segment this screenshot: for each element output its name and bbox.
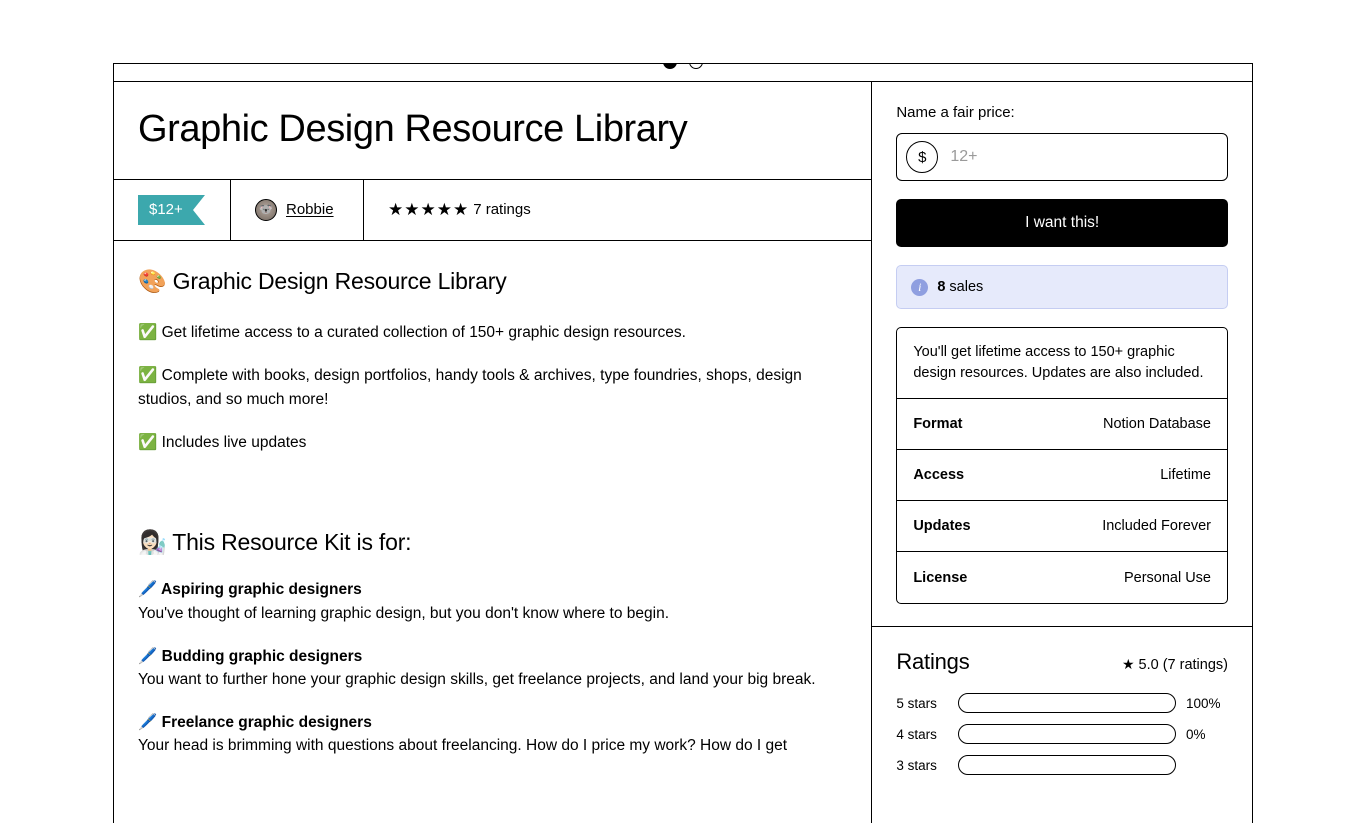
rating-row-label: 3 stars xyxy=(896,758,948,773)
detail-key: License xyxy=(913,570,967,586)
ratings-title: Ratings xyxy=(896,649,969,675)
audience-text: You've thought of learning graphic desig… xyxy=(138,602,847,626)
detail-row: Format Notion Database xyxy=(897,399,1227,450)
carousel-dots[interactable] xyxy=(663,63,703,69)
audience-heading: 👩🏻‍🔬 This Resource Kit is for: xyxy=(138,529,847,556)
check-mark-icon: ✅ xyxy=(138,323,157,341)
product-card: Graphic Design Resource Library $12+ 🐨 R… xyxy=(113,63,1253,823)
ratings-panel: Ratings ★ 5.0 (7 ratings) 5 stars 100% 4… xyxy=(872,627,1252,786)
detail-key: Access xyxy=(913,467,964,483)
rating-row-percent: 100% xyxy=(1186,696,1228,711)
description-heading-text: Graphic Design Resource Library xyxy=(173,268,507,294)
rating-breakdown-row: 4 stars 0% xyxy=(896,724,1228,744)
rating-bar-track xyxy=(958,755,1176,775)
rating-bar-track xyxy=(958,693,1176,713)
price-cell: $12+ xyxy=(114,180,231,240)
price-input-row[interactable]: $ xyxy=(896,133,1228,181)
author-link[interactable]: Robbie xyxy=(286,201,334,218)
main-column: Graphic Design Resource Library $12+ 🐨 R… xyxy=(114,82,872,823)
pen-icon: 🖊️ xyxy=(138,713,157,731)
price-badge: $12+ xyxy=(138,195,205,225)
star-rating-icon: ★★★★★ xyxy=(388,201,469,218)
info-icon: i xyxy=(911,279,928,296)
detail-row: Access Lifetime xyxy=(897,450,1227,501)
pen-icon: 🖊️ xyxy=(138,647,157,665)
price-input[interactable] xyxy=(950,148,1218,166)
star-icon: ★ xyxy=(1122,656,1135,673)
price-field-label: Name a fair price: xyxy=(896,104,1228,121)
description-bullet: ✅ Get lifetime access to a curated colle… xyxy=(138,320,847,345)
ratings-average-label: 5.0 (7 ratings) xyxy=(1139,657,1228,673)
purchase-panel: Name a fair price: $ I want this! i 8 sa… xyxy=(872,82,1252,627)
audience-text: Your head is brimming with questions abo… xyxy=(138,734,847,758)
sales-banner: i 8 sales xyxy=(896,265,1228,309)
audience-title: 🖊️ Freelance graphic designers xyxy=(138,711,847,734)
audience-heading-text: This Resource Kit is for: xyxy=(172,529,411,555)
palette-icon: 🎨 xyxy=(138,269,166,295)
details-blurb: You'll get lifetime access to 150+ graph… xyxy=(897,328,1227,399)
description-bullet-text: Includes live updates xyxy=(162,434,307,451)
ratings-header: Ratings ★ 5.0 (7 ratings) xyxy=(896,649,1228,675)
details-card: You'll get lifetime access to 150+ graph… xyxy=(896,327,1228,604)
sales-count-label: 8 sales xyxy=(937,279,983,295)
audience-title-text: Freelance graphic designers xyxy=(162,714,372,731)
detail-key: Format xyxy=(913,416,962,432)
sidebar: Name a fair price: $ I want this! i 8 sa… xyxy=(872,82,1252,823)
description-body: 🎨 Graphic Design Resource Library ✅ Get … xyxy=(114,241,871,823)
ratings-summary: ★ 5.0 (7 ratings) xyxy=(1122,656,1228,673)
pen-icon: 🖊️ xyxy=(138,580,157,598)
audience-title: 🖊️ Budding graphic designers xyxy=(138,645,847,668)
carousel-strip xyxy=(114,64,1252,82)
carousel-dot-2[interactable] xyxy=(689,63,703,69)
detail-row: License Personal Use xyxy=(897,552,1227,603)
description-heading: 🎨 Graphic Design Resource Library xyxy=(138,267,847,297)
detail-value: Notion Database xyxy=(1103,416,1211,432)
description-bullet: ✅ Complete with books, design portfolios… xyxy=(138,363,847,412)
check-mark-icon: ✅ xyxy=(138,366,157,384)
check-mark-icon: ✅ xyxy=(138,433,157,451)
rating-breakdown-row: 3 stars xyxy=(896,755,1228,775)
description-bullet-text: Get lifetime access to a curated collect… xyxy=(162,324,686,341)
title-block: Graphic Design Resource Library xyxy=(114,82,871,180)
rating-breakdown-row: 5 stars 100% xyxy=(896,693,1228,713)
author-cell[interactable]: 🐨 Robbie xyxy=(231,180,364,240)
detail-value: Included Forever xyxy=(1102,518,1211,534)
detail-value: Personal Use xyxy=(1124,570,1211,586)
card-body: Graphic Design Resource Library $12+ 🐨 R… xyxy=(114,82,1252,823)
rating-bar-track xyxy=(958,724,1176,744)
rating-cell[interactable]: ★★★★★ 7 ratings xyxy=(364,180,871,240)
description-bullet-text: Complete with books, design portfolios, … xyxy=(138,367,802,408)
page-title: Graphic Design Resource Library xyxy=(138,108,847,151)
description-bullet: ✅ Includes live updates xyxy=(138,430,847,455)
rating-row-label: 4 stars xyxy=(896,727,948,742)
detail-value: Lifetime xyxy=(1160,467,1211,483)
detail-row: Updates Included Forever xyxy=(897,501,1227,552)
detail-key: Updates xyxy=(913,518,970,534)
rating-count-label: 7 ratings xyxy=(473,201,531,218)
scientist-icon: 👩🏻‍🔬 xyxy=(138,530,166,556)
avatar: 🐨 xyxy=(255,199,277,221)
rating-row-percent: 0% xyxy=(1186,727,1228,742)
section-spacer xyxy=(138,473,847,529)
currency-icon: $ xyxy=(906,141,938,173)
rating-row-label: 5 stars xyxy=(896,696,948,711)
buy-button[interactable]: I want this! xyxy=(896,199,1228,247)
audience-text: You want to further hone your graphic de… xyxy=(138,668,847,692)
audience-title-text: Aspiring graphic designers xyxy=(161,581,362,598)
audience-title-text: Budding graphic designers xyxy=(162,648,363,665)
carousel-dot-1[interactable] xyxy=(663,63,677,69)
audience-title: 🖊️ Aspiring graphic designers xyxy=(138,578,847,601)
sales-suffix: sales xyxy=(945,279,983,295)
meta-bar: $12+ 🐨 Robbie ★★★★★ 7 ratings xyxy=(114,180,871,241)
